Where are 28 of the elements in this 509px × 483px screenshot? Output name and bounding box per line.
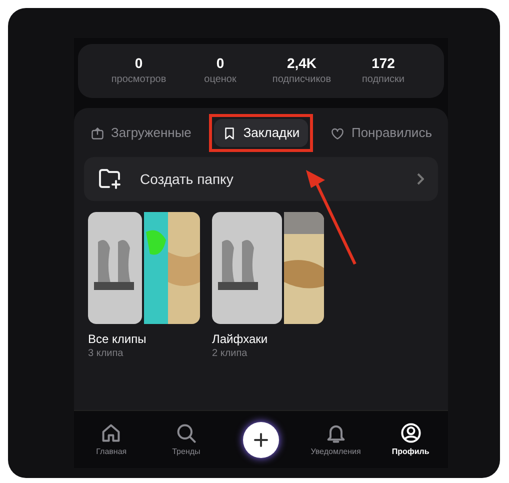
folder-title: Все клипы — [88, 332, 148, 347]
stat-label: просмотров — [111, 73, 166, 87]
add-folder-icon — [98, 168, 122, 190]
stat-value: 0 — [134, 55, 143, 71]
stat-label: оценок — [204, 73, 236, 87]
folder-title: Лайфхаки — [212, 332, 269, 347]
chevron-right-icon — [416, 173, 424, 185]
search-icon — [175, 422, 198, 444]
home-icon — [100, 422, 122, 444]
heart-icon — [330, 126, 346, 140]
upload-icon — [90, 126, 105, 140]
stat-value: 2,4K — [286, 55, 317, 71]
nav-item[interactable]: Главная — [74, 422, 149, 457]
profile-icon — [400, 422, 422, 444]
nav-item[interactable]: Тренды — [148, 422, 224, 457]
stat-value: 172 — [372, 55, 395, 71]
stat-label: подписки — [362, 73, 405, 87]
nav-item[interactable]: Профиль — [373, 422, 448, 457]
stat-label: подписчиков — [272, 73, 332, 87]
clip-count: 3 клипа — [88, 347, 124, 361]
tab[interactable]: Загруженные — [82, 119, 200, 147]
clip-count: 2 клипа — [212, 347, 248, 361]
tab[interactable]: Понравились — [322, 119, 440, 147]
create-folder-button[interactable]: Создать папку — [84, 157, 438, 201]
stat-value: 0 — [216, 55, 224, 71]
create-button[interactable] — [242, 422, 279, 458]
tab[interactable]: Закладки — [214, 119, 308, 147]
nav-item[interactable]: Уведомления — [298, 422, 374, 457]
